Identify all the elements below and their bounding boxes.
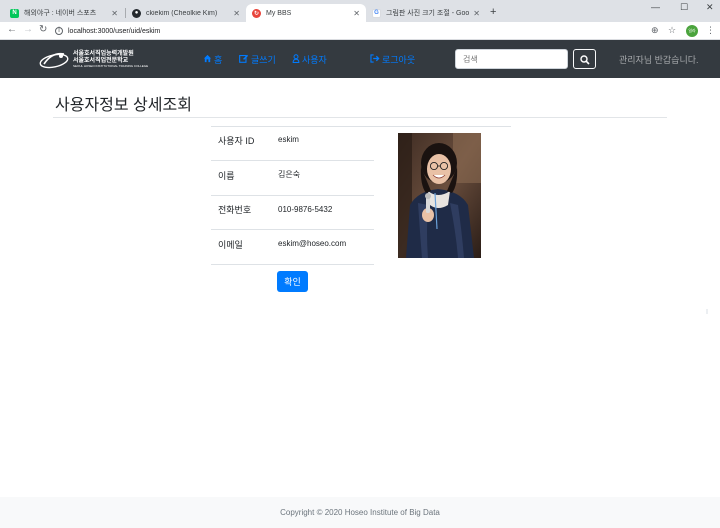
nav-users-label: 사용자	[302, 55, 327, 65]
confirm-button[interactable]: 확인	[277, 271, 308, 292]
logo-swoosh-icon	[39, 52, 69, 69]
new-tab-icon[interactable]: +	[490, 6, 496, 18]
sign-out-icon	[370, 54, 380, 65]
zoom-icon[interactable]: ⊕	[651, 25, 659, 36]
bookmark-star-icon[interactable]: ☆	[668, 25, 676, 36]
browser-menu-icon[interactable]: ⋮	[706, 25, 715, 36]
tab-title: My BBS	[266, 9, 292, 17]
browser-toolbar: ← → ↻ i localhost:3000/user/uid/eskim ⊕ …	[0, 22, 720, 40]
browser-tab-naver[interactable]: N 해외야구 : 네이버 스포츠 ✕	[4, 4, 124, 22]
welcome-text: 관리자님 반갑습니다.	[619, 55, 699, 65]
logo-line-2: 서울호서직업전문학교	[73, 57, 129, 64]
profile-avatar[interactable]: 일라	[686, 25, 698, 37]
close-tab-icon[interactable]: ✕	[111, 9, 118, 18]
page-footer: Copyright © 2020 Hoseo Institute of Big …	[0, 497, 720, 528]
field-value-uid: eskim	[278, 135, 299, 144]
field-label-email: 이메일	[218, 240, 243, 250]
forward-icon[interactable]: →	[23, 24, 33, 35]
search-button[interactable]	[573, 49, 596, 69]
nav-write-label: 글쓰기	[251, 55, 276, 65]
table-row-divider	[211, 195, 374, 196]
nav-home-label: 홈	[214, 55, 223, 65]
url-text: localhost:3000/user/uid/eskim	[68, 27, 161, 35]
logo-line-1: 서울호서직업능력개발원	[73, 50, 134, 57]
site-logo[interactable]: 서울호서직업능력개발원 서울호서직업전문학교 SEOUL HOSEO INSTI…	[38, 48, 148, 70]
field-label-phone: 전화번호	[218, 205, 252, 215]
page-title: 사용자정보 상세조회	[55, 97, 192, 114]
reload-page-icon[interactable]: ↻	[39, 24, 47, 35]
table-row-divider	[211, 264, 374, 265]
nav-logout-label: 로그아웃	[382, 55, 416, 65]
browser-tab-github[interactable]: ● ckiekim (Cheolkie Kim) ✕	[126, 4, 246, 22]
footer-copyright: Copyright © 2020 Hoseo Institute of Big …	[280, 508, 440, 517]
close-tab-icon[interactable]: ✕	[233, 9, 240, 18]
site-info-icon[interactable]: i	[55, 27, 63, 35]
back-icon[interactable]: ←	[7, 24, 17, 35]
scroll-edge-mark	[706, 309, 708, 314]
tab-title: 그림판 사진 크기 조절 - Google	[386, 10, 470, 17]
users-icon	[292, 54, 300, 65]
reload-icon: ↻	[252, 8, 261, 18]
field-label-name: 이름	[218, 171, 235, 181]
close-tab-icon[interactable]: ✕	[353, 9, 360, 18]
table-top-border	[211, 126, 511, 127]
user-photo	[398, 133, 481, 258]
browser-tab-mybbs[interactable]: ↻ My BBS ✕	[246, 4, 366, 22]
browser-tabstrip: N 해외야구 : 네이버 스포츠 ✕ ● ckiekim (Cheolkie K…	[0, 0, 720, 22]
field-value-email: eskim@hoseo.com	[278, 239, 347, 248]
search-icon	[580, 55, 590, 65]
tab-title: 해외야구 : 네이버 스포츠	[24, 10, 97, 17]
edit-icon	[239, 54, 249, 65]
site-navbar: 서울호서직업능력개발원 서울호서직업전문학교 SEOUL HOSEO INSTI…	[0, 40, 720, 78]
close-tab-icon[interactable]: ✕	[473, 9, 480, 18]
field-value-phone: 010-9876-5432	[278, 205, 333, 214]
title-divider	[53, 117, 667, 118]
github-icon: ●	[132, 8, 141, 18]
home-icon	[203, 54, 212, 65]
logo-line-3: SEOUL HOSEO INSTITUTIONAL TRAINING COLLE…	[73, 63, 149, 68]
tab-title: ckiekim (Cheolkie Kim)	[146, 9, 218, 17]
table-row-divider	[211, 229, 374, 230]
nav-logout-link[interactable]: 로그아웃	[370, 53, 415, 66]
maximize-icon[interactable]: ☐	[680, 2, 688, 13]
table-row-divider	[211, 160, 374, 161]
browser-tab-google[interactable]: G 그림판 사진 크기 조절 - Google ✕	[366, 4, 486, 22]
window-close-icon[interactable]: ✕	[706, 2, 714, 13]
minimize-icon[interactable]: —	[651, 2, 660, 12]
naver-icon: N	[10, 8, 19, 18]
nav-users-link[interactable]: 사용자	[292, 53, 327, 66]
nav-write-link[interactable]: 글쓰기	[239, 53, 276, 66]
nav-home-link[interactable]: 홈	[203, 53, 222, 66]
address-bar[interactable]: i localhost:3000/user/uid/eskim	[55, 24, 665, 38]
field-label-uid: 사용자 ID	[218, 136, 255, 146]
google-icon: G	[372, 8, 381, 18]
search-input[interactable]	[455, 49, 568, 69]
field-value-name: 김은숙	[278, 170, 301, 179]
